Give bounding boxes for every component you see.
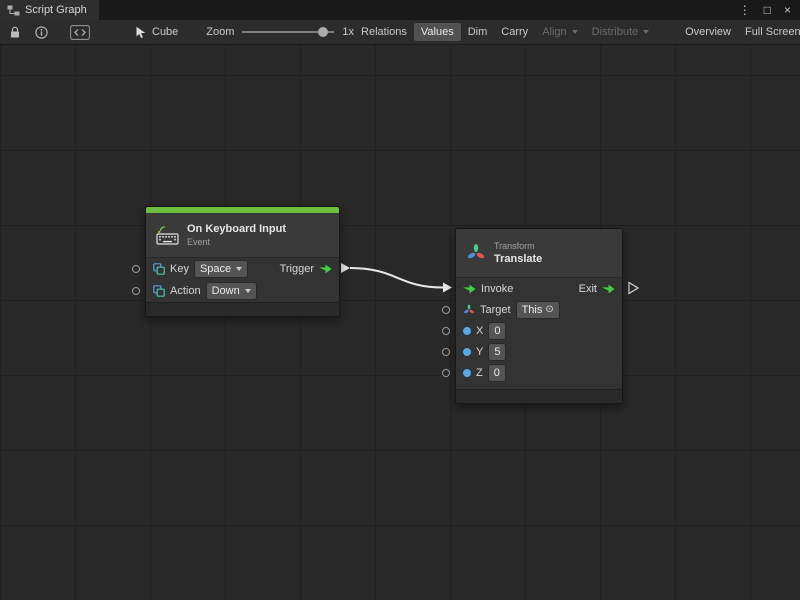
lock-icon bbox=[9, 26, 21, 39]
info-icon bbox=[35, 26, 48, 39]
titlebar: Script Graph ⋮ □ × bbox=[0, 0, 800, 20]
invoke-label: Invoke bbox=[481, 283, 513, 295]
action-dropdown[interactable]: Down bbox=[206, 282, 257, 300]
window-controls: ⋮ □ × bbox=[739, 0, 800, 20]
lock-button[interactable] bbox=[6, 26, 24, 39]
chevron-down-icon bbox=[643, 30, 649, 34]
y-label: Y bbox=[476, 346, 483, 358]
node-header: Transform Translate bbox=[456, 229, 622, 278]
chevron-down-icon bbox=[245, 289, 251, 293]
cursor-icon bbox=[135, 26, 147, 39]
code-icon bbox=[70, 25, 90, 40]
action-label: Action bbox=[170, 285, 201, 297]
node-category: Transform bbox=[494, 241, 542, 251]
zoom-slider-knob[interactable] bbox=[318, 27, 328, 37]
toolbar-button-carry[interactable]: Carry bbox=[494, 23, 535, 41]
transform-icon bbox=[466, 243, 486, 263]
zoom-value: 1x bbox=[342, 26, 354, 38]
action-row: Action Down bbox=[146, 280, 339, 302]
toolbar-button-fullscreen[interactable]: Full Screen bbox=[738, 23, 800, 41]
wire-end-arrow bbox=[443, 283, 452, 293]
z-label: Z bbox=[476, 367, 483, 379]
info-button[interactable] bbox=[32, 26, 51, 39]
toolbar-button-distribute[interactable]: Distribute bbox=[585, 23, 656, 41]
key-label: Key bbox=[170, 263, 189, 275]
node-title: Translate bbox=[494, 253, 542, 265]
script-graph-icon bbox=[7, 5, 20, 16]
target-value-box[interactable]: This ⊙ bbox=[516, 301, 560, 319]
x-row: X 0 bbox=[456, 320, 622, 341]
graph-canvas[interactable]: On Keyboard Input Event Key Space Trigge… bbox=[0, 45, 800, 600]
target-input-port[interactable] bbox=[442, 306, 450, 314]
chevron-down-icon bbox=[572, 30, 578, 34]
toolbar-button-dim[interactable]: Dim bbox=[461, 23, 495, 41]
scope-icon: ⊙ bbox=[545, 305, 553, 315]
key-input-port[interactable] bbox=[132, 265, 140, 273]
float-port-icon bbox=[463, 348, 471, 356]
x-label: X bbox=[476, 325, 483, 337]
float-port-icon bbox=[463, 369, 471, 377]
node-on-keyboard-input[interactable]: On Keyboard Input Event Key Space Trigge… bbox=[145, 206, 340, 317]
close-button[interactable]: × bbox=[784, 4, 791, 16]
toolbar-button-overview[interactable]: Overview bbox=[678, 23, 738, 41]
z-value-input[interactable]: 0 bbox=[488, 364, 506, 382]
chevron-down-icon bbox=[236, 267, 242, 271]
x-input-port[interactable] bbox=[442, 327, 450, 335]
toolbar-button-values[interactable]: Values bbox=[414, 23, 461, 41]
action-input-port[interactable] bbox=[132, 287, 140, 295]
y-value-input[interactable]: 5 bbox=[488, 343, 506, 361]
invoke-exit-row: Invoke Exit bbox=[456, 278, 622, 299]
connection-layer bbox=[0, 45, 800, 600]
target-object-label: Cube bbox=[152, 26, 178, 38]
tab-title: Script Graph bbox=[25, 4, 87, 16]
toolbar-buttons: Relations Values Dim Carry Align Distrib… bbox=[354, 23, 800, 41]
graph-target[interactable]: Cube bbox=[135, 26, 178, 39]
edit-script-button[interactable] bbox=[67, 25, 93, 40]
tab-script-graph[interactable]: Script Graph bbox=[0, 0, 99, 20]
node-translate[interactable]: Transform Translate Invoke Exit Target bbox=[455, 228, 623, 404]
zoom-control: Zoom 1x bbox=[206, 26, 354, 38]
trigger-label: Trigger bbox=[280, 263, 314, 275]
exit-output-port[interactable] bbox=[602, 284, 615, 294]
transform-mini-icon bbox=[463, 304, 475, 316]
target-row: Target This ⊙ bbox=[456, 299, 622, 320]
node-title: On Keyboard Input bbox=[187, 223, 286, 235]
z-input-port[interactable] bbox=[442, 369, 450, 377]
exit-label: Exit bbox=[579, 283, 597, 295]
trigger-to-invoke-wire[interactable] bbox=[350, 268, 443, 288]
value-type-icon bbox=[153, 263, 165, 275]
maximize-button[interactable]: □ bbox=[764, 4, 771, 16]
invoke-input-port[interactable] bbox=[463, 284, 476, 294]
key-row: Key Space Trigger bbox=[146, 258, 339, 280]
zoom-label: Zoom bbox=[206, 26, 234, 38]
wire-start-arrow bbox=[341, 263, 350, 273]
toolbar-button-relations[interactable]: Relations bbox=[354, 23, 414, 41]
key-dropdown[interactable]: Space bbox=[194, 260, 248, 278]
zoom-slider[interactable] bbox=[242, 27, 334, 37]
toolbar-button-align[interactable]: Align bbox=[535, 23, 584, 41]
exit-port-triangle bbox=[629, 283, 638, 294]
graph-toolbar: Cube Zoom 1x Relations Values Dim Carry … bbox=[0, 20, 800, 45]
node-footer bbox=[146, 302, 339, 316]
value-type-icon bbox=[153, 285, 165, 297]
keyboard-icon bbox=[156, 226, 179, 245]
y-row: Y 5 bbox=[456, 341, 622, 362]
x-value-input[interactable]: 0 bbox=[488, 322, 506, 340]
target-label: Target bbox=[480, 304, 511, 316]
y-input-port[interactable] bbox=[442, 348, 450, 356]
node-subtitle: Event bbox=[187, 237, 286, 247]
node-header: On Keyboard Input Event bbox=[146, 213, 339, 258]
node-footer bbox=[456, 389, 622, 403]
float-port-icon bbox=[463, 327, 471, 335]
trigger-output-port[interactable] bbox=[319, 264, 332, 274]
window-menu-button[interactable]: ⋮ bbox=[739, 4, 751, 16]
z-row: Z 0 bbox=[456, 362, 622, 383]
